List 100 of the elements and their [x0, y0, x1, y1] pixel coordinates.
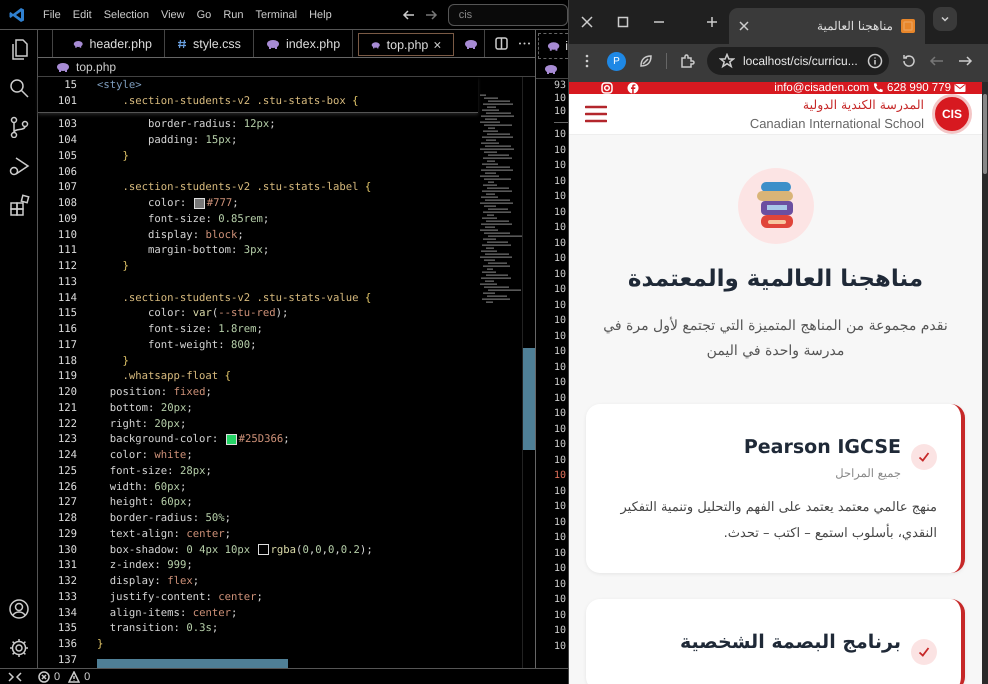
code-text: font-size: 28px;: [108, 464, 212, 477]
forward-arrow-icon[interactable]: [424, 8, 438, 22]
line-number: 93: [554, 79, 568, 92]
settings-icon[interactable]: [8, 637, 30, 659]
code-text: color: var(--stu-red);: [147, 307, 288, 320]
line-number: 110: [56, 228, 77, 241]
remote-icon[interactable]: [8, 670, 22, 682]
line-number: 120: [56, 386, 77, 398]
code-text: display: flex;: [108, 575, 200, 588]
line-number: 10: [554, 360, 568, 374]
line-number: 119: [56, 370, 77, 382]
menu-item[interactable]: File: [37, 8, 67, 20]
code-text: background-color:: [108, 433, 220, 446]
code-text: z-index: 999;: [108, 559, 193, 572]
code-text: padding: 15px;: [147, 134, 238, 146]
line-number: 10: [554, 159, 568, 173]
profile-button[interactable]: P: [607, 52, 626, 70]
line-number: 133: [56, 590, 77, 603]
instagram-icon[interactable]: [601, 82, 613, 94]
account-icon[interactable]: [8, 598, 30, 620]
menu-item[interactable]: Selection: [98, 8, 155, 20]
menu-item[interactable]: Help: [303, 8, 338, 20]
tab-label: top.php: [386, 38, 428, 52]
menu-item[interactable]: Terminal: [250, 8, 304, 20]
star-icon[interactable]: [719, 53, 735, 69]
close-icon[interactable]: [434, 40, 442, 50]
menu-item[interactable]: View: [154, 8, 191, 20]
line-number: 115: [56, 307, 77, 320]
menu-icon[interactable]: [585, 105, 607, 123]
scrollbar-thumb[interactable]: [983, 94, 987, 174]
code-text: text-align: center;: [108, 528, 231, 540]
color-swatch-icon: [258, 544, 269, 556]
line-number: 135: [56, 622, 77, 634]
line-number: 125: [56, 464, 77, 477]
browser-tab[interactable]: مناهجنا العالمية: [729, 8, 925, 44]
reload-icon[interactable]: [901, 53, 917, 69]
command-center[interactable]: cis: [448, 4, 568, 26]
line-number: 10: [554, 174, 568, 188]
leaf-icon[interactable]: [638, 53, 654, 69]
card-subtitle: جميع المراحل: [835, 466, 901, 480]
code-text: }: [122, 260, 129, 272]
line-number: 105: [56, 150, 77, 162]
elephant-icon: [464, 38, 478, 48]
line-number: 10: [554, 407, 568, 421]
page-intro: نقدم مجموعة من المناهج المتميزة التي تجتمع لأول مرة في مدرسة واحدة في اليمن: [602, 316, 949, 361]
close-icon[interactable]: [739, 21, 749, 31]
line-number: 10: [554, 330, 568, 344]
code-text: rgba(0,0,0,0.2);: [270, 544, 373, 556]
line-number: 101: [56, 94, 77, 107]
scrollbar-thumb[interactable]: [523, 348, 535, 450]
check-icon: [911, 444, 937, 470]
run-debug-icon[interactable]: [8, 155, 30, 177]
email-link[interactable]: info@cisaden.com: [774, 82, 870, 94]
back-arrow-icon[interactable]: [402, 8, 416, 22]
breadcrumb-item[interactable]: top.php: [76, 60, 116, 74]
warning-icon[interactable]: [68, 670, 80, 682]
error-count[interactable]: 0: [54, 670, 60, 682]
color-swatch-icon: [226, 434, 237, 445]
color-swatch-icon: [194, 198, 205, 209]
facebook-icon[interactable]: [627, 82, 639, 94]
school-logo[interactable]: CIS: [932, 94, 972, 134]
address-bar[interactable]: localhost/cis/curricu...: [707, 47, 889, 75]
error-icon[interactable]: [38, 670, 50, 682]
phone-number[interactable]: 628 990 779: [887, 82, 951, 94]
split-editor-icon[interactable]: [495, 37, 508, 50]
line-number: 10: [554, 562, 568, 576]
menu-item[interactable]: Go: [190, 8, 218, 20]
line-number: 10: [554, 516, 568, 530]
menu-item[interactable]: Edit: [66, 8, 98, 20]
line-number: 10: [554, 221, 568, 235]
code-text: height: 60px;: [108, 496, 193, 508]
line-number: 10: [554, 608, 568, 622]
page-heading: مناهجنا العالمية والمعتمدة: [628, 266, 924, 292]
horizontal-scrollbar-thumb[interactable]: [97, 659, 288, 668]
line-number: 127: [56, 496, 77, 508]
line-number: 111: [56, 244, 77, 256]
line-number: 108: [56, 197, 77, 210]
info-icon[interactable]: [867, 53, 883, 69]
line-number: 116: [56, 323, 77, 336]
menu-item[interactable]: Run: [217, 8, 250, 20]
code-text: bottom: 20px;: [108, 402, 193, 414]
elephant-icon: [547, 41, 560, 51]
line-number: 131: [56, 559, 77, 572]
line-number: 10: [554, 298, 568, 312]
school-name: Canadian International School: [750, 116, 924, 131]
maximize-icon[interactable]: [617, 16, 629, 28]
search-icon[interactable]: [8, 77, 30, 99]
line-number: 118: [56, 354, 77, 367]
extensions-icon[interactable]: [679, 53, 695, 69]
line-number: 10: [554, 469, 568, 483]
code-text: }: [122, 354, 129, 367]
card-title: برنامج البصمة الشخصية: [680, 631, 901, 653]
new-tab-icon[interactable]: [706, 16, 718, 28]
line-number: 113: [56, 276, 77, 288]
extensions-icon[interactable]: [8, 194, 30, 216]
close-icon[interactable]: [581, 16, 593, 28]
code-text: #777;: [206, 197, 239, 210]
warning-count[interactable]: 0: [84, 670, 90, 682]
editor-tab[interactable]: top.php: [358, 33, 454, 56]
chevron-down-icon[interactable]: [940, 14, 950, 24]
